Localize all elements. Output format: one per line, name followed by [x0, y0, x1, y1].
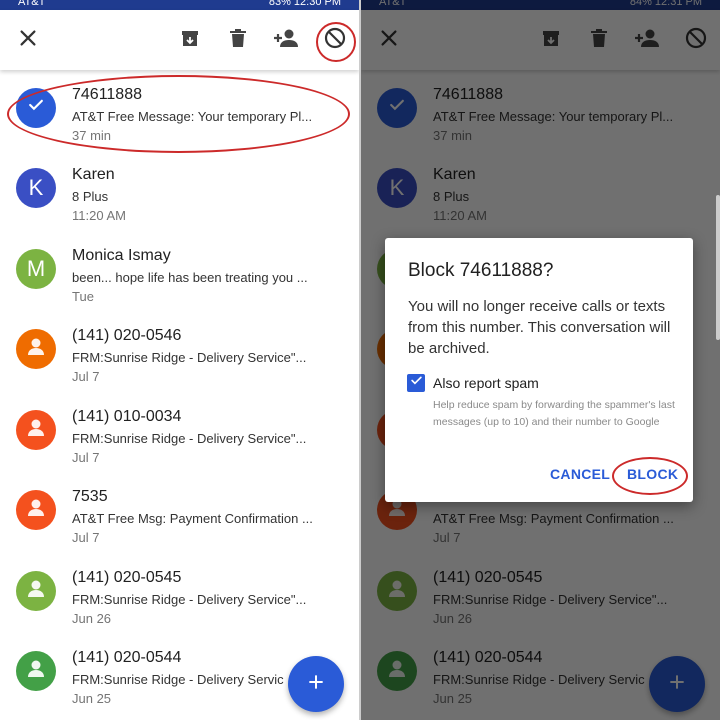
conversation-name: (141) 020-0546 — [72, 327, 182, 344]
avatar — [16, 571, 56, 611]
conversation-row[interactable]: (141) 020-0546 FRM:Sunrise Ridge - Delive… — [0, 319, 359, 399]
block-button-highlight — [612, 457, 688, 495]
report-spam-help: Help reduce spam by forwarding the spamm… — [433, 399, 675, 428]
conversation-row[interactable]: (141) 010-0034 FRM:Sunrise Ridge - Delive… — [0, 400, 359, 480]
conversation-name: 7535 — [72, 488, 108, 505]
close-button[interactable] — [10, 22, 46, 58]
scrollbar[interactable] — [716, 195, 720, 340]
avatar: M — [16, 249, 56, 289]
status-bar: AT&T 83% 12:30 PM — [0, 0, 359, 10]
status-carrier: AT&T — [18, 0, 46, 8]
block-dialog: Block 74611888? You will no longer receiv… — [385, 238, 693, 502]
conversation-time: 11:20 AM — [72, 208, 126, 223]
person-icon — [24, 415, 48, 445]
conversation-time: Jul 7 — [72, 450, 100, 465]
conversation-row[interactable]: 7535 AT&T Free Msg: Payment Confirmation … — [0, 480, 359, 560]
archive-icon — [178, 26, 202, 55]
person-icon — [24, 576, 48, 606]
conversation-time: Jul 7 — [72, 530, 100, 545]
status-battery-time: 83% 12:30 PM — [268, 0, 341, 8]
dialog-body: You will no longer receive calls or text… — [408, 298, 671, 357]
conversation-snippet: 8 Plus — [72, 189, 109, 204]
conversation-snippet: FRM:Sunrise Ridge - Delivery Service"... — [72, 431, 307, 446]
screenshot: AT&T 83% 12:30 PM 74611888 AT&T Free Messag… — [0, 0, 720, 720]
conversation-snippet: FRM:Sunrise Ridge - Delivery Service"... — [72, 350, 307, 365]
archive-button[interactable] — [172, 22, 208, 58]
delete-button[interactable] — [220, 22, 256, 58]
delete-icon — [226, 26, 250, 55]
conversation-time: Jun 25 — [72, 691, 112, 706]
conversation-time: Tue — [72, 289, 94, 304]
person-icon — [24, 495, 48, 525]
avatar — [16, 329, 56, 369]
block-button-highlight — [316, 22, 356, 62]
avatar: K — [16, 168, 56, 208]
conversation-snippet: FRM:Sunrise Ridge - Delivery Service"... — [72, 592, 307, 607]
left-screen: AT&T 83% 12:30 PM 74611888 AT&T Free Messag… — [0, 0, 359, 720]
report-spam-checkbox[interactable] — [407, 374, 425, 392]
check-icon — [409, 373, 424, 393]
conversation-row[interactable]: M Monica Ismay been... hope life has been … — [0, 239, 359, 319]
conversation-name: Karen — [72, 166, 115, 183]
conversation-row[interactable]: K Karen 8 Plus 11:20 AM — [0, 158, 359, 238]
avatar — [16, 410, 56, 450]
conversation-name: Monica Ismay — [72, 247, 171, 264]
avatar-letter: M — [26, 256, 46, 281]
person-icon — [24, 334, 48, 364]
conversation-name: (141) 020-0545 — [72, 569, 182, 586]
avatar — [16, 490, 56, 530]
conversation-snippet: been... hope life has been treating you … — [72, 270, 308, 285]
conversation-snippet: AT&T Free Msg: Payment Confirmation ... — [72, 511, 313, 526]
add-contact-button[interactable] — [268, 22, 304, 58]
right-screen: AT&T84% 12:31 PM74611888AT&T Free Messag… — [361, 0, 720, 720]
conversation-name: (141) 010-0034 — [72, 408, 182, 425]
avatar — [16, 651, 56, 691]
conversation-time: Jun 26 — [72, 611, 112, 626]
close-icon — [17, 27, 39, 54]
conversation-name: (141) 020-0544 — [72, 649, 182, 666]
avatar-letter: K — [28, 175, 44, 200]
plus-icon — [306, 672, 326, 697]
cancel-button[interactable]: CANCEL — [550, 466, 610, 482]
report-spam-label[interactable]: Also report spam — [433, 375, 539, 391]
add-contact-icon — [272, 26, 300, 55]
conversation-time: Jul 7 — [72, 369, 100, 384]
new-conversation-fab[interactable] — [288, 656, 344, 712]
selected-conversation-highlight — [7, 75, 350, 153]
person-icon — [24, 656, 48, 686]
conversation-row[interactable]: (141) 020-0545 FRM:Sunrise Ridge - Delive… — [0, 561, 359, 641]
selection-toolbar — [0, 10, 359, 70]
dialog-title: Block 74611888? — [408, 260, 554, 281]
